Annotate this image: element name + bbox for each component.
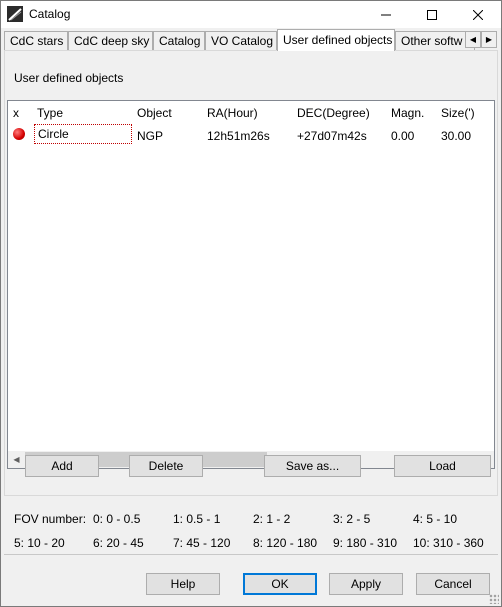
ra-cell[interactable]: 12h51m26s [207, 129, 270, 143]
title-bar[interactable]: Catalog [1, 1, 501, 28]
maximize-button[interactable] [409, 1, 455, 28]
cancel-button[interactable]: Cancel [416, 573, 490, 595]
tab-cdc-deep-sky[interactable]: CdC deep sky [68, 31, 153, 50]
tab-other-software[interactable]: Other softw [395, 31, 475, 50]
type-cell[interactable]: Circle [34, 124, 132, 144]
tab-scroll-right-button[interactable]: ▶ [481, 31, 497, 48]
column-header-type[interactable]: Type [37, 106, 63, 120]
tab-scroll-left-icon: ◀ [469, 35, 477, 44]
tab-strip: CdC stars CdC deep sky Catalog VO Catalo… [4, 29, 499, 51]
dec-cell[interactable]: +27d07m42s [297, 129, 367, 143]
fov-range: 5: 10 - 20 [14, 536, 65, 550]
tab-catalog[interactable]: Catalog [153, 31, 205, 50]
fov-range: 0: 0 - 0.5 [93, 512, 141, 526]
fov-range: 2: 1 - 2 [253, 512, 291, 526]
column-header-magn[interactable]: Magn. [391, 106, 424, 120]
object-cell[interactable]: NGP [137, 129, 163, 143]
magn-cell[interactable]: 0.00 [391, 129, 414, 143]
tab-user-defined-objects[interactable]: User defined objects [277, 29, 395, 51]
tab-scroll-left-button[interactable]: ◀ [465, 31, 481, 48]
fov-range: 4: 5 - 10 [413, 512, 458, 526]
load-button[interactable]: Load [394, 455, 491, 477]
objects-list[interactable]: x Type Object RA(Hour) DEC(Degree) Magn.… [7, 100, 495, 469]
column-header-size[interactable]: Size(') [441, 106, 475, 120]
column-header-ra[interactable]: RA(Hour) [207, 106, 258, 120]
column-header-x[interactable]: x [13, 106, 19, 120]
fov-range: 1: 0.5 - 1 [173, 512, 221, 526]
column-header-dec[interactable]: DEC(Degree) [297, 106, 370, 120]
ok-button[interactable]: OK [243, 573, 317, 595]
delete-button[interactable]: Delete [129, 455, 203, 477]
tab-scroll-right-icon: ▶ [485, 35, 493, 44]
save-as-button[interactable]: Save as... [264, 455, 361, 477]
apply-button[interactable]: Apply [329, 573, 403, 595]
fov-range: 3: 2 - 5 [333, 512, 371, 526]
tab-vo-catalog[interactable]: VO Catalog [205, 31, 277, 50]
fov-range: 9: 180 - 310 [333, 536, 398, 550]
help-button[interactable]: Help [146, 573, 220, 595]
panel-heading: User defined objects [14, 71, 124, 85]
scroll-left-icon[interactable]: ◀ [8, 451, 25, 468]
maximize-icon [427, 10, 437, 21]
fov-range: 8: 120 - 180 [253, 536, 318, 550]
fov-range: 6: 20 - 45 [93, 536, 144, 550]
tab-cdc-stars[interactable]: CdC stars [4, 31, 68, 50]
window-title: Catalog [29, 7, 71, 21]
close-button[interactable] [455, 1, 501, 28]
minimize-button[interactable] [363, 1, 409, 28]
app-icon [7, 6, 23, 22]
user-defined-objects-panel: User defined objects x Type Object RA(Ho… [4, 50, 498, 496]
add-button[interactable]: Add [25, 455, 99, 477]
size-grip-icon[interactable] [489, 594, 499, 604]
red-dot-icon[interactable] [13, 128, 25, 140]
fov-range: 7: 45 - 120 [173, 536, 231, 550]
column-header-object[interactable]: Object [137, 106, 172, 120]
separator [4, 554, 498, 555]
close-icon [472, 9, 484, 21]
fov-range: 10: 310 - 360 [413, 536, 484, 550]
minimize-icon [381, 14, 391, 16]
fov-number-label: FOV number: [14, 512, 87, 526]
catalog-window: Catalog CdC stars CdC deep sky Catalog V… [0, 0, 502, 607]
size-cell[interactable]: 30.00 [441, 129, 471, 143]
